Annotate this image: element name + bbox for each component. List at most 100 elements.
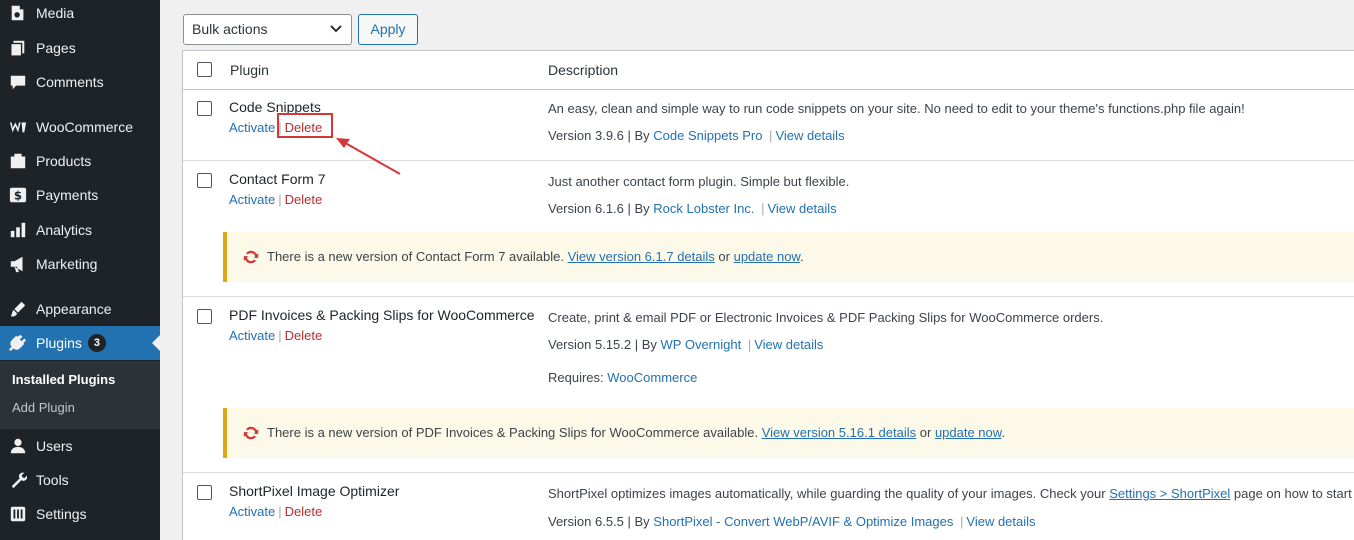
sidebar-item-products[interactable]: Products [0, 144, 160, 178]
view-version-details-link[interactable]: View version 6.1.7 details [568, 249, 715, 264]
view-details-link[interactable]: View details [754, 337, 823, 352]
header-divider [183, 89, 1354, 90]
delete-link[interactable]: Delete [285, 504, 323, 519]
sidebar-item-label: Products [36, 153, 92, 169]
notice-message: There is a new version of PDF Invoices &… [267, 425, 759, 440]
pages-icon [8, 38, 28, 58]
admin-sidebar: Media Pages Comments WooCommerce Product… [0, 0, 160, 540]
sidebar-item-settings[interactable]: Settings [0, 497, 160, 531]
sidebar-item-plugins[interactable]: Plugins 3 [0, 326, 160, 360]
chevron-down-icon [330, 25, 342, 33]
version-text: Version 3.9.6 | By [548, 128, 650, 143]
view-version-details-link[interactable]: View version 5.16.1 details [762, 425, 916, 440]
action-separator: | [278, 504, 282, 519]
notice-end: . [1001, 425, 1006, 440]
activate-link[interactable]: Activate [229, 120, 275, 135]
view-details-link[interactable]: View details [966, 514, 1035, 529]
sidebar-item-media[interactable]: Media [0, 0, 160, 30]
plugins-icon [8, 333, 28, 353]
row-actions: Activate | Delete [229, 328, 322, 343]
plugin-update-count-badge: 3 [87, 334, 106, 352]
delete-link[interactable]: Delete [285, 328, 323, 343]
notice-message: There is a new version of Contact Form 7… [267, 249, 564, 264]
main-content: Bulk actions Apply Plugin Description Co… [160, 0, 1354, 540]
bulk-actions-select[interactable]: Bulk actions [183, 14, 352, 45]
sidebar-item-label: Comments [36, 74, 104, 90]
apply-button[interactable]: Apply [358, 14, 418, 45]
notice-end: . [800, 249, 804, 264]
update-icon [243, 426, 259, 440]
sidebar-item-label: Pages [36, 40, 76, 56]
analytics-icon [8, 220, 28, 240]
plugin-version-info: Version 6.5.5 | By ShortPixel - Convert … [548, 514, 1036, 529]
comments-icon [8, 72, 28, 92]
woocommerce-icon [8, 117, 28, 137]
svg-text:$: $ [14, 189, 22, 203]
row-actions: Activate | Delete [229, 504, 322, 519]
media-icon [8, 3, 28, 23]
sidebar-item-comments[interactable]: Comments [0, 65, 160, 99]
sidebar-item-pages[interactable]: Pages [0, 31, 160, 65]
plugin-name: ShortPixel Image Optimizer [229, 483, 400, 499]
update-notice-text: There is a new version of Contact Form 7… [267, 249, 804, 264]
delete-link[interactable]: Delete [285, 192, 323, 207]
plugin-description: Create, print & email PDF or Electronic … [548, 310, 1104, 325]
bulk-actions-value: Bulk actions [192, 21, 268, 37]
update-now-link[interactable]: update now [734, 249, 801, 264]
marketing-icon [8, 254, 28, 274]
activate-link[interactable]: Activate [229, 192, 275, 207]
sidebar-item-woocommerce[interactable]: WooCommerce [0, 110, 160, 144]
column-header-plugin[interactable]: Plugin [230, 62, 269, 78]
author-link[interactable]: ShortPixel - Convert WebP/AVIF & Optimiz… [653, 514, 953, 529]
select-all-checkbox[interactable] [197, 62, 212, 77]
sidebar-item-payments[interactable]: $ Payments [0, 178, 160, 212]
sidebar-item-label: Tools [36, 472, 69, 488]
plugin-name: PDF Invoices & Packing Slips for WooComm… [229, 307, 535, 323]
version-text: Version 5.15.2 | By [548, 337, 657, 352]
plugin-checkbox[interactable] [197, 101, 212, 116]
author-link[interactable]: Code Snippets Pro [653, 128, 762, 143]
requires-woocommerce-link[interactable]: WooCommerce [607, 370, 697, 385]
action-separator: | [278, 328, 282, 343]
update-icon [243, 250, 259, 264]
plugin-checkbox[interactable] [197, 173, 212, 188]
payments-icon: $ [8, 185, 28, 205]
action-separator: | [278, 192, 282, 207]
sidebar-item-analytics[interactable]: Analytics [0, 213, 160, 247]
products-icon [8, 151, 28, 171]
plugins-table: Plugin Description Code Snippets Activat… [182, 50, 1354, 540]
activate-link[interactable]: Activate [229, 328, 275, 343]
sidebar-item-users[interactable]: Users [0, 429, 160, 463]
plugin-version-info: Version 6.1.6 | By Rock Lobster Inc. | Vi… [548, 201, 837, 216]
sidebar-item-label: WooCommerce [36, 119, 133, 135]
activate-link[interactable]: Activate [229, 504, 275, 519]
row-divider [183, 296, 1354, 297]
sidebar-item-label: Users [36, 438, 73, 454]
update-now-link[interactable]: update now [935, 425, 1002, 440]
users-icon [8, 436, 28, 456]
notice-or: or [718, 249, 730, 264]
plugin-checkbox[interactable] [197, 309, 212, 324]
update-notice: There is a new version of PDF Invoices &… [223, 408, 1354, 458]
sidebar-item-tools[interactable]: Tools [0, 463, 160, 497]
sidebar-item-label: Marketing [36, 256, 98, 272]
sidebar-item-label: Media [36, 5, 75, 21]
view-details-link[interactable]: View details [775, 128, 844, 143]
submenu-add-plugin[interactable]: Add Plugin [12, 400, 75, 415]
settings-shortpixel-link[interactable]: Settings > ShortPixel [1109, 486, 1230, 501]
author-link[interactable]: Rock Lobster Inc. [653, 201, 754, 216]
settings-icon [8, 504, 28, 524]
view-details-link[interactable]: View details [767, 201, 836, 216]
sidebar-item-appearance[interactable]: Appearance [0, 292, 160, 326]
submenu-installed-plugins[interactable]: Installed Plugins [12, 372, 115, 387]
sidebar-item-label: Settings [36, 506, 87, 522]
notice-or: or [919, 425, 932, 440]
plugin-checkbox[interactable] [197, 485, 212, 500]
description-text-end: page on how to start [1233, 486, 1352, 501]
author-link[interactable]: WP Overnight [661, 337, 742, 352]
wrench-icon [8, 470, 28, 490]
sidebar-item-marketing[interactable]: Marketing [0, 247, 160, 281]
annotation-arrow-icon [336, 138, 401, 175]
plugin-description: ShortPixel optimizes images automaticall… [548, 486, 1352, 501]
appearance-icon [8, 299, 28, 319]
